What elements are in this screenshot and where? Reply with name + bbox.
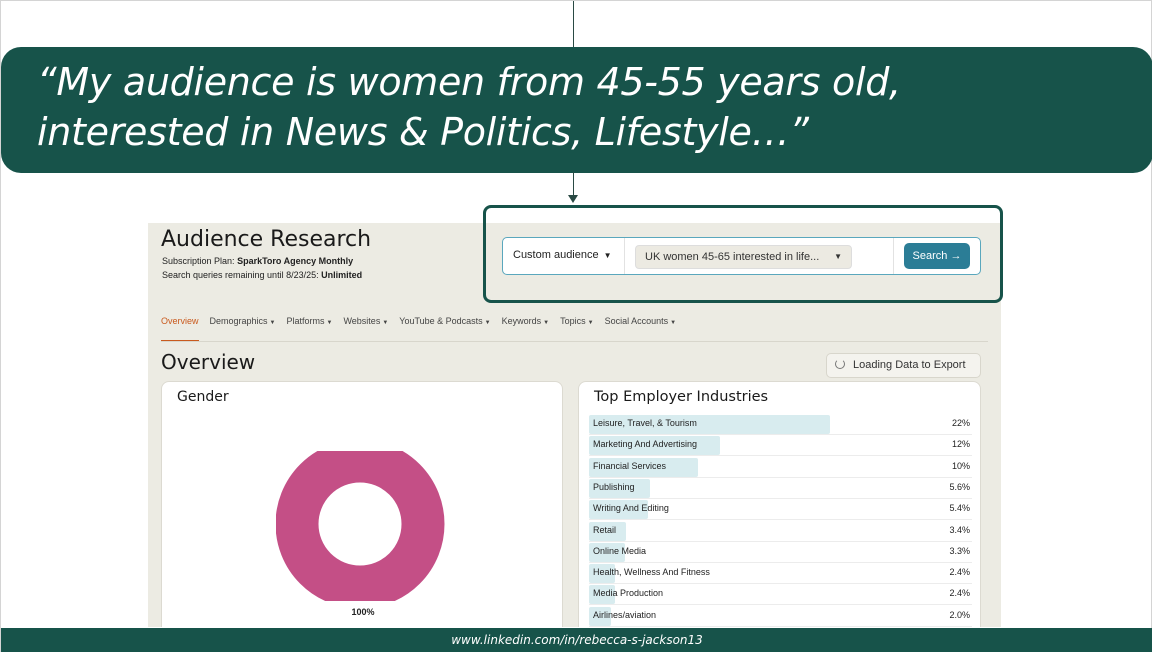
industry-row: Online Media 3.3% xyxy=(589,542,972,563)
industry-row: Leisure, Travel, & Tourism 22% xyxy=(589,414,972,435)
connector-line xyxy=(573,172,574,196)
industry-row: Writing And Editing 5.4% xyxy=(589,499,972,521)
divider xyxy=(624,238,625,274)
tab-label: Platforms xyxy=(286,316,325,326)
donut-slice-female xyxy=(275,439,445,609)
industry-percent: 2.4% xyxy=(949,588,970,599)
industry-percent: 12% xyxy=(951,439,970,450)
tab-label: Overview xyxy=(161,316,199,326)
tab-websites[interactable]: Websites ▼ xyxy=(343,316,388,342)
chevron-down-icon: ▼ xyxy=(834,252,842,261)
audience-query-text: UK women 45-65 interested in life... xyxy=(645,251,820,263)
industry-percent: 2.4% xyxy=(949,567,970,578)
gender-card-title: Gender xyxy=(177,389,229,405)
industry-row: Airlines/aviation 2.0% xyxy=(589,606,972,627)
caret-down-icon: ▼ xyxy=(670,320,677,326)
audience-type-label: Custom audience xyxy=(513,249,599,261)
industries-card-title: Top Employer Industries xyxy=(594,389,769,405)
tab-bar: Overview Demographics ▼ Platforms ▼ Websites ▼… xyxy=(161,316,676,342)
search-bar: Custom audience ▼ UK women 45-65 interest… xyxy=(502,237,981,275)
chevron-down-icon: ▼ xyxy=(603,251,612,260)
industries-card: Top Employer Industries Leisure, Travel,… xyxy=(578,381,981,627)
subscription-plan: Subscription Plan: SparkToro Agency Mont… xyxy=(162,256,353,266)
divider xyxy=(893,238,894,274)
industry-percent: 5.6% xyxy=(949,481,970,492)
industry-row: Health, Wellness And Fitness 2.4% xyxy=(589,563,972,585)
tab-label: Websites xyxy=(343,316,381,326)
caret-down-icon: ▼ xyxy=(587,320,594,326)
gender-value-label: 100% xyxy=(351,607,375,617)
tab-label: Social Accounts xyxy=(604,316,669,326)
section-title: Overview xyxy=(161,350,256,374)
tab-demographics[interactable]: Demographics ▼ xyxy=(210,316,276,342)
tab-platforms[interactable]: Platforms ▼ xyxy=(287,316,333,342)
search-button[interactable]: Search → xyxy=(904,243,970,269)
industry-row: Marketing And Advertising 12% xyxy=(589,435,972,457)
audience-query-select[interactable]: UK women 45-65 interested in life... ▼ xyxy=(635,245,852,269)
industry-percent: 22% xyxy=(951,418,970,428)
industry-label: Airlines/aviation xyxy=(593,609,657,620)
industry-percent: 10% xyxy=(951,460,970,471)
queries-remaining: Search queries remaining until 8/23/25: … xyxy=(162,270,362,280)
caret-down-icon: ▼ xyxy=(484,320,491,326)
gender-donut-svg xyxy=(275,439,445,609)
industry-label: Marketing And Advertising xyxy=(593,439,698,450)
industry-label: Publishing xyxy=(593,481,635,492)
industry-percent: 3.4% xyxy=(949,524,970,535)
industry-percent: 5.4% xyxy=(949,503,970,514)
industry-label: Financial Services xyxy=(593,460,667,471)
industry-percent: 3.3% xyxy=(949,545,970,556)
industry-row: Retail 3.4% xyxy=(589,521,972,542)
industry-percent: 2.0% xyxy=(949,609,970,620)
tab-label: Topics xyxy=(560,316,586,326)
industry-label: Online Media xyxy=(593,545,647,556)
page-title: Audience Research xyxy=(161,227,372,252)
tab-overview[interactable]: Overview xyxy=(161,316,199,342)
caret-down-icon: ▼ xyxy=(543,320,550,326)
tab-label: YouTube & Podcasts xyxy=(399,316,483,326)
footer-linkedin-url: www.linkedin.com/in/rebecca-s-jackson13 xyxy=(1,628,1152,652)
slide: “My audience is women from 45-55 years o… xyxy=(0,0,1152,652)
connector-line-top xyxy=(573,1,574,48)
industry-label: Media Production xyxy=(593,588,664,599)
tab-label: Demographics xyxy=(209,316,268,326)
queries-value: Unlimited xyxy=(321,270,363,280)
industry-label: Retail xyxy=(593,524,617,535)
quote-banner: “My audience is women from 45-55 years o… xyxy=(1,47,1152,173)
plan-value: SparkToro Agency Monthly xyxy=(237,256,354,266)
tab-divider xyxy=(161,341,988,342)
tab-social-accounts[interactable]: Social Accounts ▼ xyxy=(605,316,677,342)
industry-label: Health, Wellness And Fitness xyxy=(593,567,710,578)
export-button[interactable]: Loading Data to Export xyxy=(826,353,981,378)
audience-type-dropdown[interactable]: Custom audience ▼ xyxy=(513,249,612,261)
tab-label: Keywords xyxy=(501,316,542,326)
plan-label: Subscription Plan: xyxy=(162,256,235,266)
industry-label: Writing And Editing xyxy=(593,503,669,514)
caret-down-icon: ▼ xyxy=(269,320,276,326)
arrow-down-icon xyxy=(568,195,578,203)
industry-row: Media Production 2.4% xyxy=(589,584,972,606)
tab-topics[interactable]: Topics ▼ xyxy=(560,316,593,342)
tab-keywords[interactable]: Keywords ▼ xyxy=(502,316,549,342)
industry-row: Publishing 5.6% xyxy=(589,478,972,499)
industry-row: Financial Services 10% xyxy=(589,457,972,478)
queries-label: Search queries remaining until 8/23/25: xyxy=(162,270,319,280)
caret-down-icon: ▼ xyxy=(326,320,333,326)
gender-donut-chart xyxy=(275,439,448,609)
industry-label: Leisure, Travel, & Tourism xyxy=(593,418,697,428)
export-label: Loading Data to Export xyxy=(853,359,966,371)
quote-text: “My audience is women from 45-55 years o… xyxy=(37,60,901,154)
tab-youtube-podcasts[interactable]: YouTube & Podcasts ▼ xyxy=(399,316,490,342)
loading-spinner-icon xyxy=(835,359,845,369)
gender-card: Gender 100% xyxy=(161,381,563,627)
caret-down-icon: ▼ xyxy=(382,320,389,326)
